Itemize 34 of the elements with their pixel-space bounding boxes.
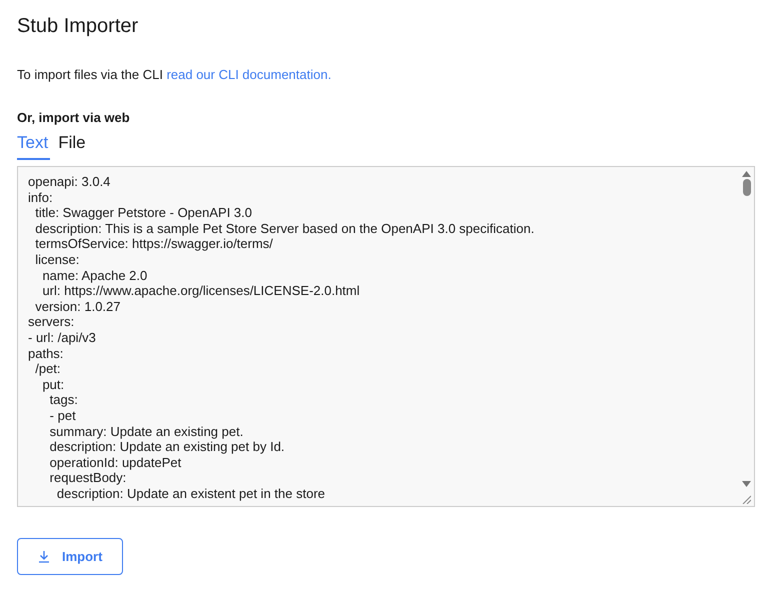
code-line: description: Update an existent pet in the store	[56, 486, 326, 502]
code-line: operationId: updatePet	[48, 454, 182, 470]
tab[interactable]: Text	[17, 131, 50, 160]
text-area[interactable]	[17, 166, 755, 507]
code-line: description: Update an existing pet by Id.	[48, 439, 286, 455]
cli-instructions: To import files via the CLI read our CLI documentation.	[17, 67, 332, 82]
section-label: Or, import via web	[17, 110, 131, 125]
code-line: tags:	[48, 392, 79, 408]
scroll-down-icon[interactable]	[742, 481, 751, 487]
tab[interactable]: File	[58, 131, 88, 160]
code-line: put:	[41, 376, 66, 392]
code-line: url: https://www.apache.org/licenses/LICENSE-2.0.html	[41, 283, 361, 299]
resize-handle-icon[interactable]	[742, 495, 751, 504]
code-line: termsOfService: https://swagger.io/terms/	[34, 236, 274, 252]
code-line: - url: /api/v3	[28, 330, 97, 346]
code-line: version: 1.0.27	[34, 298, 122, 314]
code-line: requestBody:	[48, 470, 128, 486]
code-line: openapi: 3.0.4	[28, 174, 112, 190]
scroll-up-icon[interactable]	[742, 171, 751, 177]
code-line: name: Apache 2.0	[41, 268, 148, 284]
code-line: - pet	[48, 408, 77, 424]
code-line: paths:	[28, 346, 64, 362]
code-line: /pet:	[34, 361, 62, 377]
code-line: info:	[28, 190, 54, 206]
code-line: license:	[34, 252, 80, 268]
download-icon	[38, 550, 50, 563]
code-line: description: This is a sample Pet Store Server based on the OpenAPI 3.0 specification.	[34, 220, 536, 236]
documentation-link[interactable]: read our CLI documentation.	[166, 67, 332, 82]
page-title: Stub Importer	[17, 14, 140, 38]
code-line: servers:	[28, 314, 76, 330]
code-line: title: Swagger Petstore - OpenAPI 3.0	[34, 205, 254, 221]
scrollbar-thumb[interactable]	[742, 179, 750, 196]
code-line: summary: Update an existing pet.	[48, 424, 244, 440]
import-button[interactable]: Import	[17, 538, 124, 575]
